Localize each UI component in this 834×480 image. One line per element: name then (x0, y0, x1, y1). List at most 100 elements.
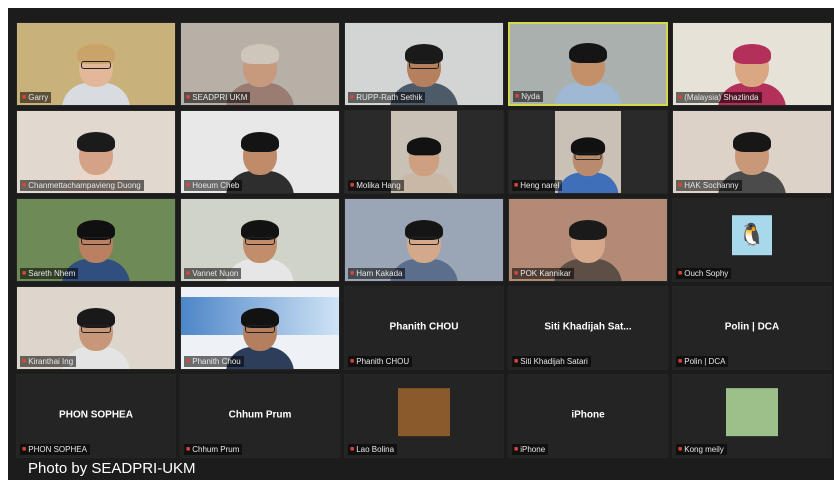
participant-name: Siti Khadijah Satari (520, 357, 588, 366)
mic-muted-icon[interactable]: ■ (186, 180, 190, 191)
video-feed-inset (555, 111, 621, 193)
mic-muted-icon[interactable]: ■ (22, 356, 26, 367)
participant-name-tag: ■ Phanith Chou (184, 356, 244, 367)
participant-display-name: Polin | DCA (724, 321, 780, 333)
participant-tile[interactable]: 🐧 ■ Ouch Sophy (672, 198, 832, 282)
mic-muted-icon[interactable]: ■ (678, 356, 682, 367)
participant-name: PHON SOPHEA (28, 445, 87, 454)
participant-figure (62, 44, 130, 105)
participant-hair (241, 44, 279, 64)
mic-muted-icon[interactable]: ■ (186, 444, 190, 455)
mic-muted-icon[interactable]: ■ (514, 268, 518, 279)
participant-name: Ouch Sophy (684, 269, 729, 278)
glasses-icon (81, 237, 111, 245)
participant-tile[interactable]: ■ (Malaysia) Shazlinda (672, 22, 832, 106)
participant-tile[interactable]: Polin | DCA ■ Polin | DCA (672, 286, 832, 370)
participant-name-tag: ■ Ham Kakada (348, 268, 406, 279)
participant-tile[interactable]: ■ Ham Kakada (344, 198, 504, 282)
mic-muted-icon[interactable]: ■ (678, 444, 682, 455)
mic-muted-icon[interactable]: ■ (186, 356, 190, 367)
photo-credit: Photo by SEADPRI-UKM (28, 460, 196, 477)
participant-name: Phanith CHOU (356, 357, 410, 366)
participant-tile[interactable]: ■ Molika Hang (344, 110, 504, 194)
participant-name: Polin | DCA (684, 357, 726, 366)
participant-name-tag: ■ SEADPRI UKM (184, 92, 251, 103)
participant-tile[interactable]: ■ Heng narel (508, 110, 668, 194)
participant-name-tag: ■ RUPP-Rath Sethik (348, 92, 426, 103)
participant-figure (393, 137, 455, 193)
mic-muted-icon[interactable]: ■ (678, 180, 682, 191)
participant-figure (554, 43, 622, 104)
participant-tile[interactable]: ■ Hoeum Cheb (180, 110, 340, 194)
participant-tile[interactable]: iPhone ■ iPhone (508, 374, 668, 458)
participant-tile[interactable]: ■ Chanmettachampavieng Duong (16, 110, 176, 194)
glasses-icon (245, 325, 275, 333)
participant-tile[interactable]: ■ Vannet Nuon (180, 198, 340, 282)
participant-hair (733, 44, 771, 64)
mic-muted-icon[interactable]: ■ (350, 92, 354, 103)
participant-name: Sareth Nhem (28, 269, 76, 278)
participant-tile[interactable]: PHON SOPHEA ■ PHON SOPHEA (16, 374, 176, 458)
participant-name: Kiranthai Ing (28, 357, 74, 366)
mic-muted-icon[interactable]: ■ (22, 268, 26, 279)
mic-muted-icon[interactable]: ■ (22, 444, 26, 455)
mic-muted-icon[interactable]: ■ (514, 356, 518, 367)
participant-name-tag: ■ Lao Bolina (348, 444, 398, 455)
participant-tile[interactable]: Phanith CHOU ■ Phanith CHOU (344, 286, 504, 370)
participant-name-tag: ■ Vannet Nuon (184, 268, 242, 279)
participant-tile[interactable]: ■ Phanith Chou (180, 286, 340, 370)
participant-tile[interactable]: ■ SEADPRI UKM (180, 22, 340, 106)
mic-muted-icon[interactable]: ■ (514, 444, 518, 455)
participant-display-name: Siti Khadijah Sat... (544, 321, 632, 333)
participant-tile[interactable]: ■ Garry (16, 22, 176, 106)
mic-muted-icon[interactable]: ■ (678, 268, 682, 279)
participant-tile[interactable]: ■ Kiranthai Ing (16, 286, 176, 370)
mic-muted-icon[interactable]: ■ (515, 91, 519, 102)
participant-name: Lao Bolina (356, 445, 395, 454)
participant-name: Chanmettachampavieng Duong (28, 181, 141, 190)
participant-tile[interactable]: ■ Kong meily (672, 374, 832, 458)
mic-muted-icon[interactable]: ■ (350, 268, 354, 279)
participant-hair (569, 43, 607, 63)
participant-hair (77, 132, 115, 152)
mic-muted-icon[interactable]: ■ (678, 92, 682, 103)
participant-display-name: PHON SOPHEA (59, 409, 133, 421)
mic-muted-icon[interactable]: ■ (22, 180, 26, 191)
mic-muted-icon[interactable]: ■ (514, 180, 518, 191)
participant-name-tag: ■ Molika Hang (348, 180, 404, 191)
participant-display-name: Phanith CHOU (389, 321, 459, 333)
participant-name-tag: ■ HAK Sochanny (676, 180, 742, 191)
participant-tile[interactable]: ■ RUPP-Rath Sethik (344, 22, 504, 106)
participant-tile[interactable]: Siti Khadijah Sat... ■ Siti Khadijah Satar… (508, 286, 668, 370)
participant-figure (557, 137, 619, 193)
participant-name-tag: ■ POK Kannikar (512, 268, 574, 279)
glasses-icon (409, 237, 439, 245)
participant-tile[interactable]: ■ POK Kannikar (508, 198, 668, 282)
participant-display-name: Chhum Prum (228, 409, 292, 421)
mic-muted-icon[interactable]: ■ (186, 268, 190, 279)
participant-name-tag: ■ (Malaysia) Shazlinda (676, 92, 762, 103)
participant-name: RUPP-Rath Sethik (356, 93, 423, 102)
mic-muted-icon[interactable]: ■ (22, 92, 26, 103)
participant-tile[interactable]: ■ Sareth Nhem (16, 198, 176, 282)
participant-hair (241, 132, 279, 152)
participant-name-tag: ■ Nyda (513, 91, 543, 102)
participant-name: Nyda (521, 92, 540, 101)
participant-tile[interactable]: ■ Nyda (508, 22, 668, 106)
participant-name: SEADPRI UKM (192, 93, 248, 102)
mic-muted-icon[interactable]: ■ (186, 92, 190, 103)
glasses-icon (409, 61, 439, 69)
participant-name: Garry (28, 93, 49, 102)
participant-name-tag: ■ Chhum Prum (184, 444, 243, 455)
participant-name: Ham Kakada (356, 269, 403, 278)
participant-tile[interactable]: ■ Lao Bolina (344, 374, 504, 458)
participant-tile[interactable]: Chhum Prum ■ Chhum Prum (180, 374, 340, 458)
participant-name-tag: ■ iPhone (512, 444, 549, 455)
mic-muted-icon[interactable]: ■ (350, 356, 354, 367)
mic-muted-icon[interactable]: ■ (350, 444, 354, 455)
participant-name: Kong meily (684, 445, 724, 454)
glasses-icon (81, 61, 111, 69)
participant-tile[interactable]: ■ HAK Sochanny (672, 110, 832, 194)
participant-name-tag: ■ Kong meily (676, 444, 727, 455)
mic-muted-icon[interactable]: ■ (350, 180, 354, 191)
